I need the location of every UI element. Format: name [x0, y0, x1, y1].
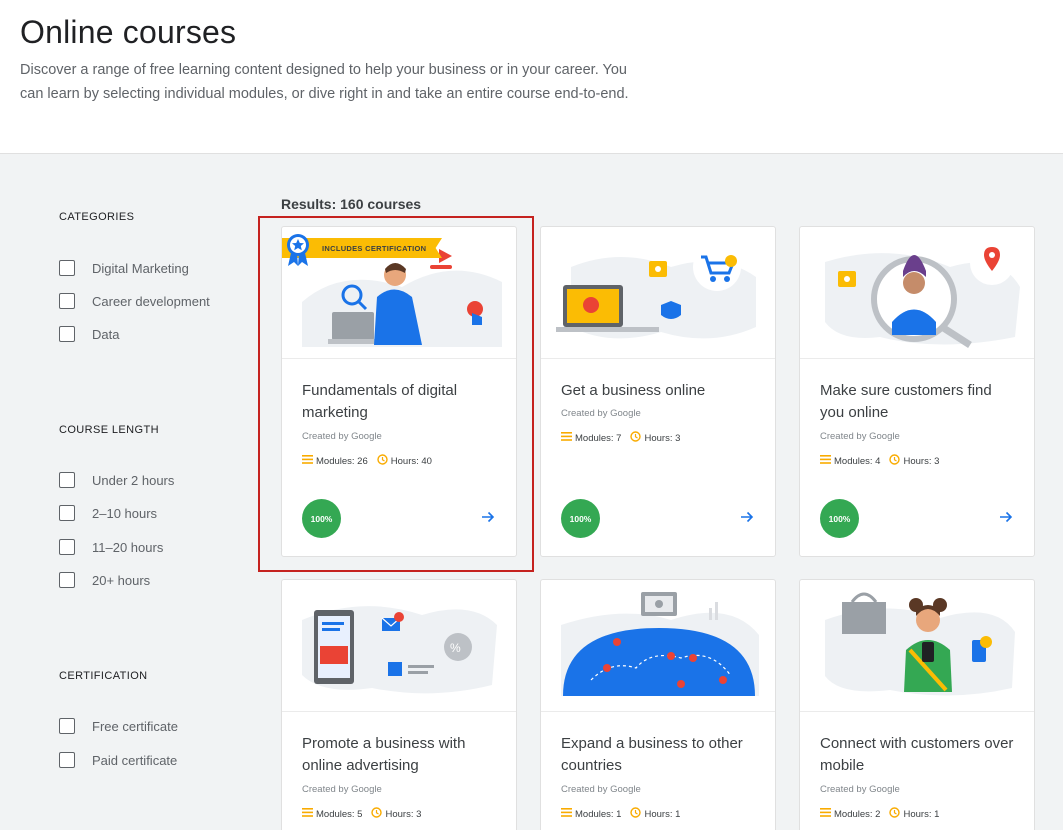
- list-lines-icon: [302, 455, 313, 467]
- hour-count: Hours: 3: [385, 808, 422, 820]
- list-lines-icon: [561, 432, 572, 444]
- checkbox[interactable]: [59, 752, 75, 768]
- module-count: Modules: 26: [316, 455, 368, 467]
- course-card-customers-find-you-online[interactable]: Make sure customers find you online Crea…: [799, 226, 1035, 557]
- checkbox[interactable]: [59, 472, 75, 488]
- course-title: Connect with customers over mobile: [820, 735, 1014, 774]
- svg-text:%: %: [450, 641, 461, 655]
- course-illustration: %: [282, 580, 516, 712]
- course-card-connect-over-mobile[interactable]: Connect with customers over mobile Creat…: [799, 579, 1035, 830]
- filter-option-11-20-hours[interactable]: 11–20 hours: [59, 539, 163, 555]
- hour-count: Hours: 3: [903, 455, 940, 467]
- module-count: Modules: 2: [834, 808, 881, 820]
- filter-option-paid-certificate[interactable]: Paid certificate: [59, 752, 177, 768]
- course-meta: Modules: 4 Hours: 3: [820, 454, 939, 468]
- course-illustration: INCLUDES CERTIFICATION: [282, 227, 516, 359]
- course-illustration: [541, 227, 775, 359]
- results-count: Results: 160 courses: [281, 196, 422, 212]
- page-header: Online courses Discover a range of free …: [0, 0, 1063, 154]
- filter-heading-certification: CERTIFICATION: [59, 670, 148, 682]
- course-illustration: [800, 227, 1034, 359]
- checkbox[interactable]: [59, 326, 75, 342]
- filter-heading-categories: CATEGORIES: [59, 211, 135, 223]
- course-meta: Modules: 1 Hours: 1: [561, 807, 680, 821]
- course-title: Get a business online: [561, 382, 706, 399]
- ribbon-star-icon: [286, 233, 310, 272]
- filter-option-career-development[interactable]: Career development: [59, 293, 210, 309]
- checkbox[interactable]: [59, 718, 75, 734]
- course-illustration: [541, 580, 775, 712]
- clock-icon: [630, 807, 642, 821]
- filter-option-data[interactable]: Data: [59, 326, 119, 342]
- progress-badge: 100%: [302, 499, 341, 538]
- course-card-get-business-online[interactable]: Get a business online Created by Google …: [540, 226, 776, 557]
- arrow-right-icon[interactable]: [998, 509, 1014, 525]
- filter-option-digital-marketing[interactable]: Digital Marketing: [59, 260, 189, 276]
- filter-option-under-2-hours[interactable]: Under 2 hours: [59, 472, 174, 488]
- course-meta: Modules: 5 Hours: 3: [302, 807, 421, 821]
- hour-count: Hours: 3: [644, 432, 681, 444]
- course-meta: Modules: 7 Hours: 3: [561, 431, 680, 445]
- course-card-fundamentals-digital-marketing[interactable]: INCLUDES CERTIFICATION Fundamentals of d…: [281, 226, 517, 557]
- module-count: Modules: 1: [575, 808, 622, 820]
- arrow-right-icon[interactable]: [480, 509, 496, 525]
- clock-icon: [371, 807, 383, 821]
- course-creator: Created by Google: [561, 784, 641, 795]
- clock-icon: [889, 807, 901, 821]
- page-description: Discover a range of free learning conten…: [20, 62, 629, 102]
- hour-count: Hours: 1: [903, 808, 940, 820]
- course-creator: Created by Google: [561, 408, 641, 419]
- checkbox[interactable]: [59, 260, 75, 276]
- filter-sidebar: CATEGORIES Digital Marketing Career deve…: [0, 155, 260, 830]
- checkbox[interactable]: [59, 539, 75, 555]
- progress-badge: 100%: [561, 499, 600, 538]
- filter-heading-course-length: COURSE LENGTH: [59, 424, 159, 436]
- clock-icon: [889, 454, 901, 468]
- course-card-expand-other-countries[interactable]: Expand a business to other countries Cre…: [540, 579, 776, 830]
- course-title: Fundamentals of digital marketing: [302, 382, 458, 421]
- course-card-promote-online-advertising[interactable]: % Promote a business with online adverti…: [281, 579, 517, 830]
- module-count: Modules: 5: [316, 808, 363, 820]
- hour-count: Hours: 40: [390, 455, 432, 467]
- hour-count: Hours: 1: [644, 808, 681, 820]
- course-title: Expand a business to other countries: [561, 735, 743, 774]
- filter-option-20-plus-hours[interactable]: 20+ hours: [59, 572, 150, 588]
- list-lines-icon: [820, 808, 831, 820]
- clock-icon: [377, 454, 388, 468]
- filter-option-2-10-hours[interactable]: 2–10 hours: [59, 505, 157, 521]
- course-creator: Created by Google: [302, 431, 382, 442]
- list-lines-icon: [302, 808, 313, 820]
- course-creator: Created by Google: [820, 784, 900, 795]
- course-creator: Created by Google: [302, 784, 382, 795]
- course-meta: Modules: 26 Hours: 40: [302, 454, 432, 468]
- list-lines-icon: [561, 808, 572, 820]
- module-count: Modules: 7: [575, 432, 622, 444]
- module-count: Modules: 4: [834, 455, 881, 467]
- course-title: Make sure customers find you online: [820, 382, 992, 421]
- course-title: Promote a business with online advertisi…: [302, 735, 466, 774]
- course-illustration: [800, 580, 1034, 712]
- list-lines-icon: [820, 455, 831, 467]
- checkbox[interactable]: [59, 505, 75, 521]
- checkbox[interactable]: [59, 572, 75, 588]
- page-title: Online courses: [20, 14, 237, 50]
- checkbox[interactable]: [59, 293, 75, 309]
- filter-option-free-certificate[interactable]: Free certificate: [59, 718, 178, 734]
- clock-icon: [630, 431, 642, 445]
- course-creator: Created by Google: [820, 431, 900, 442]
- arrow-right-icon[interactable]: [739, 509, 755, 525]
- progress-badge: 100%: [820, 499, 859, 538]
- course-meta: Modules: 2 Hours: 1: [820, 807, 939, 821]
